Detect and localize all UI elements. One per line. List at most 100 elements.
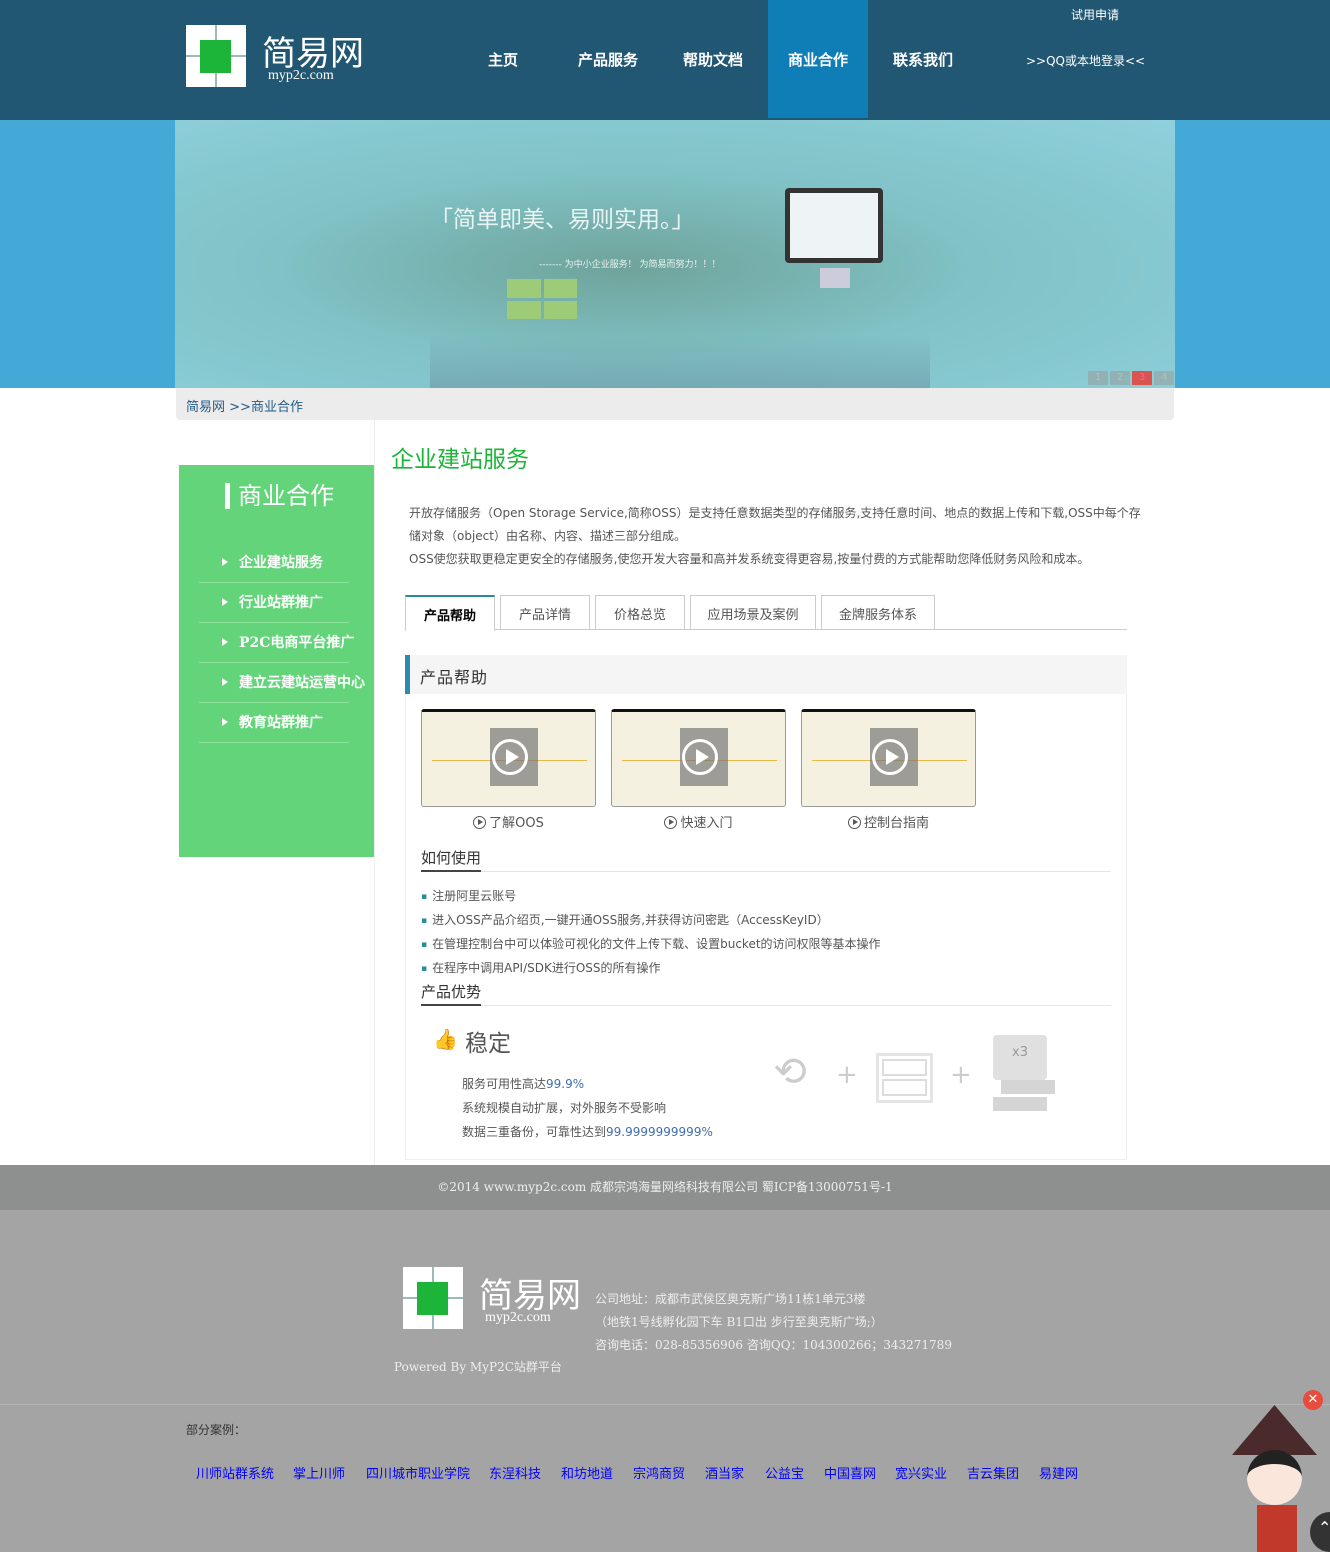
sidebar-item-education[interactable]: 教育站群推广 (199, 703, 349, 743)
logo-url: myp2c.com (268, 68, 334, 83)
footer-metro: （地铁1号线孵化园下车 B1口出 步行至奥克斯广场;） (595, 1315, 883, 1329)
section-advantages: 产品优势 (421, 981, 1111, 1006)
case-link[interactable]: 宽兴实业 (895, 1463, 947, 1482)
rotate-hands-icon: ⟲ (773, 1049, 807, 1095)
footer-divider (0, 1404, 1330, 1405)
case-link[interactable]: 宗鸿商贸 (633, 1463, 685, 1482)
city-skyline (430, 335, 930, 388)
list-item: 在管理控制台中可以体验可视化的文件上传下载、设置bucket的访问权限等基本操作 (421, 935, 880, 952)
slide-dot-1[interactable]: 1 (1088, 371, 1108, 385)
intro-paragraph: OSS使您获取更稳定更安全的存储服务,使您开发大容量和高并发系统变得更容易,按量… (409, 552, 1090, 566)
footer-logo-url: myp2c.com (485, 1310, 551, 1325)
mascot-body (1257, 1505, 1297, 1552)
nav-products[interactable]: 产品服务 (558, 0, 658, 118)
login-link[interactable]: >>QQ或本地登录<< (1026, 52, 1145, 69)
nav-home[interactable]: 主页 (453, 0, 553, 118)
case-link[interactable]: 吉云集团 (967, 1463, 1019, 1482)
trial-link[interactable]: 试用申请 (1071, 6, 1119, 23)
feature-item: 数据三重备份，可靠性达到99.9999999999% (462, 1125, 713, 1139)
video-caption-text: 了解OOS (489, 816, 544, 831)
nav-contact[interactable]: 联系我们 (873, 0, 973, 118)
tab-cases[interactable]: 应用场景及案例 (690, 595, 816, 630)
windows-logo-icon (507, 279, 577, 319)
case-link[interactable]: 四川城市职业学院 (366, 1463, 470, 1482)
thumbs-up-icon: 👍 (433, 1027, 458, 1051)
logo-icon[interactable] (186, 25, 246, 87)
video-caption[interactable]: 控制台指南 (801, 812, 976, 831)
slide-dot-4[interactable]: 4 (1154, 371, 1174, 385)
close-mascot-icon[interactable]: ✕ (1303, 1390, 1323, 1410)
slide-dot-2[interactable]: 2 (1110, 371, 1130, 385)
monitor-stand-icon (820, 268, 850, 288)
x3-label: x3 (993, 1035, 1047, 1080)
breadcrumb-current[interactable]: >>商业合作 (229, 400, 303, 415)
video-thumbnail[interactable] (421, 709, 596, 807)
panel-title: 产品帮助 (405, 655, 1127, 694)
case-link[interactable]: 掌上川师 (293, 1463, 345, 1482)
breadcrumb: 简易网 >>商业合作 (176, 388, 1174, 420)
mascot-face (1247, 1450, 1302, 1505)
breadcrumb-home[interactable]: 简易网 (186, 400, 225, 415)
play-circle-icon (847, 816, 861, 829)
footer-copyright: ©2014 www.myp2c.com 成都宗鸿海量网络科技有限公司 蜀ICP备… (0, 1165, 1330, 1210)
section-how-to-use: 如何使用 (421, 847, 1111, 872)
server-scale-icon (876, 1053, 933, 1103)
banner-subslogan: ------- 为中小企业服务！ 为简易而努力！！！ (539, 260, 721, 270)
sidebar-item-p2c[interactable]: P2C电商平台推广 (199, 623, 354, 663)
mascot-image[interactable] (1232, 1395, 1322, 1552)
case-link[interactable]: 中国喜网 (824, 1463, 876, 1482)
case-link[interactable]: 东浧科技 (489, 1463, 541, 1482)
tab-pricing[interactable]: 价格总览 (595, 595, 685, 630)
monitor-icon (785, 188, 883, 263)
sidebar-item-cloud-center[interactable]: 建立云建站运营中心 (199, 663, 365, 703)
nav-business[interactable]: 商业合作 (768, 0, 868, 118)
footer-logo-icon (403, 1267, 463, 1329)
video-thumbnail[interactable] (611, 709, 786, 807)
plus-icon: + (950, 1060, 972, 1090)
play-circle-icon (473, 816, 487, 829)
list-item: 进入OSS产品介绍页,一键开通OSS服务,并获得访问密匙（AccessKeyID… (421, 911, 829, 928)
feature-item: 服务可用性高达99.9% (462, 1077, 585, 1091)
play-icon (872, 739, 908, 775)
case-link[interactable]: 酒当家 (705, 1463, 744, 1482)
video-caption[interactable]: 快速入门 (611, 812, 786, 831)
play-icon (492, 739, 528, 775)
play-icon (682, 739, 718, 775)
case-link[interactable]: 公益宝 (765, 1463, 804, 1482)
plus-icon: + (836, 1060, 858, 1090)
feature-item: 系统规模自动扩展，对外服务不受影响 (462, 1101, 667, 1115)
case-link[interactable]: 川师站群系统 (196, 1463, 274, 1482)
header: 简易网 myp2c.com 主页 产品服务 帮助文档 商业合作 联系我们 试用申… (0, 0, 1330, 120)
tab-product-help[interactable]: 产品帮助 (405, 595, 495, 631)
sidebar: 商业合作 企业建站服务 行业站群推广 P2C电商平台推广 建立云建站运营中心 教… (179, 465, 374, 857)
footer-contact: 咨询电话：028-85356906 咨询QQ：104300266；3432717… (595, 1338, 952, 1352)
footer-address: 公司地址：成都市武侯区奥克斯广场11栋1单元3楼 (595, 1292, 866, 1306)
section-title: 产品优势 (421, 981, 482, 1006)
video-caption[interactable]: 了解OOS (421, 812, 596, 831)
tab-product-details[interactable]: 产品详情 (500, 595, 590, 630)
tab-gold-service[interactable]: 金牌服务体系 (821, 595, 935, 630)
video-caption-text: 控制台指南 (863, 816, 929, 831)
play-circle-icon (664, 816, 678, 829)
triple-backup-icon: x3 (993, 1035, 1055, 1113)
tab-bar: 产品帮助 产品详情 价格总览 应用场景及案例 金牌服务体系 (405, 595, 1127, 631)
section-title: 如何使用 (421, 847, 482, 872)
list-item: 在程序中调用API/SDK进行OSS的所有操作 (421, 959, 660, 976)
sidebar-title: 商业合作 (225, 483, 334, 509)
slide-dot-3[interactable]: 3 (1132, 371, 1152, 385)
footer (0, 1210, 1330, 1552)
sidebar-item-industry-sites[interactable]: 行业站群推广 (199, 583, 349, 623)
feature-title: 稳定 (465, 1031, 511, 1057)
intro-paragraph: 开放存储服务（Open Storage Service,简称OSS）是支持任意数… (409, 506, 1141, 543)
sidebar-item-enterprise-site[interactable]: 企业建站服务 (199, 543, 349, 583)
video-caption-text: 快速入门 (680, 816, 733, 831)
banner-slide[interactable]: 「简单即美、易则实用。」 ------- 为中小企业服务！ 为简易而努力！！！ (175, 120, 1175, 388)
nav-help[interactable]: 帮助文档 (663, 0, 763, 118)
intro: 开放存储服务（Open Storage Service,简称OSS）是支持任意数… (409, 502, 1149, 571)
case-link[interactable]: 易建网 (1039, 1463, 1078, 1482)
banner-slogan: 「简单即美、易则实用。」 (430, 207, 695, 233)
case-link[interactable]: 和坊地道 (561, 1463, 613, 1482)
divider (374, 420, 375, 1165)
cases-label: 部分案例： (186, 1423, 247, 1437)
video-thumbnail[interactable] (801, 709, 976, 807)
